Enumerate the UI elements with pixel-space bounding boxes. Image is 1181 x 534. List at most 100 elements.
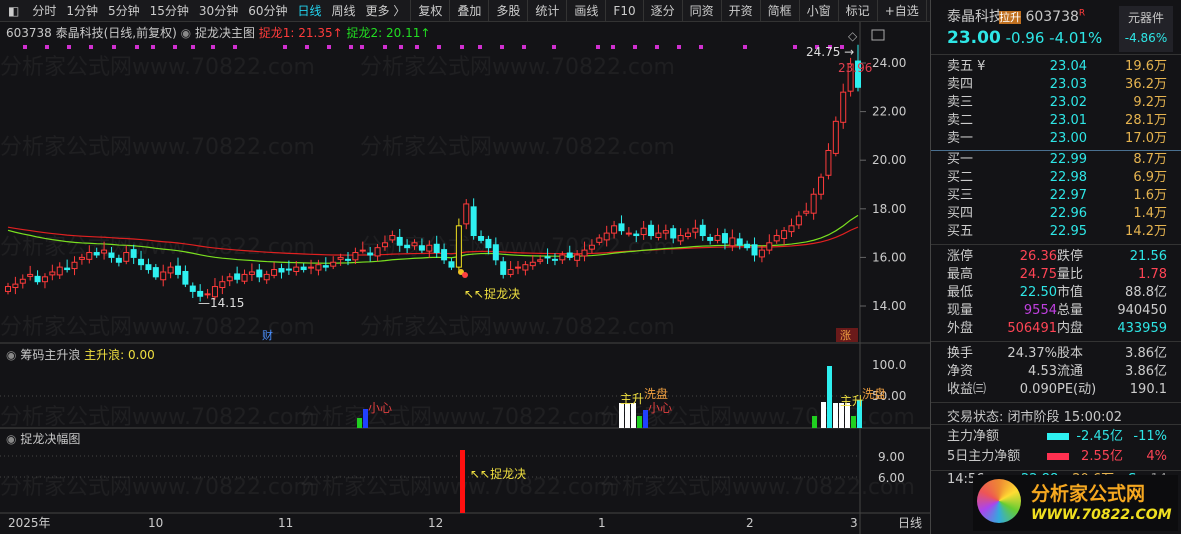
stat-row: 最低 22.50 市值 88.8亿: [931, 284, 1181, 302]
signal-dot: [399, 45, 403, 49]
toolbar-button[interactable]: 画线: [566, 0, 605, 22]
watermark-text: 分析家公式网www.70822.com: [300, 405, 615, 430]
price-axis-label: 14.00: [872, 299, 906, 313]
period-tab[interactable]: 60分钟: [243, 2, 292, 19]
candle: [381, 242, 388, 248]
toolbar-button[interactable]: 逐分: [642, 0, 682, 22]
candle: [603, 232, 610, 241]
finance-marker[interactable]: 财: [262, 328, 273, 342]
toolbar-button[interactable]: 同资: [681, 0, 721, 22]
candle: [300, 266, 307, 271]
toolbar-button[interactable]: +自选: [876, 0, 926, 22]
trade-status: 交易状态: 闭市阶段 15:00:02: [931, 402, 1181, 425]
candle: [640, 227, 647, 236]
candle: [115, 257, 122, 263]
candle: [145, 264, 152, 271]
signal-dot: [233, 45, 237, 49]
sidebar-toggle-icon[interactable]: ◧: [0, 4, 27, 18]
signal-amplitude-bar: [460, 450, 465, 513]
candle: [788, 225, 795, 233]
panel3-title: 捉龙决幅图: [20, 432, 81, 446]
quote-panel: 泰晶科技拉升 603738R 元器件 -4.86% 23.00 -0.96 -4…: [930, 0, 1181, 534]
candle: [396, 236, 403, 246]
kline-chart[interactable]: 分析家公式网www.70822.com 分析家公式网www.70822.com 分析…: [0, 22, 930, 534]
stat-label: 市值: [1057, 285, 1084, 300]
signal-dot: [596, 45, 600, 49]
signal-dot: [522, 45, 526, 49]
signal-dot: [45, 45, 49, 49]
toolbar-button[interactable]: 小窗: [798, 0, 838, 22]
signal-dot: [327, 45, 331, 49]
flow-row: 5日主力净额 2.55亿 4%: [931, 447, 1181, 467]
sector-box[interactable]: 元器件 -4.86%: [1119, 6, 1173, 52]
date-axis-label: 2: [746, 516, 754, 530]
candle: [633, 233, 640, 237]
period-label[interactable]: 日线: [898, 516, 922, 530]
period-tab[interactable]: 15分钟: [145, 2, 194, 19]
period-tab[interactable]: 1分钟: [61, 2, 103, 19]
candle: [551, 258, 558, 261]
toolbar-button[interactable]: 标记: [837, 0, 877, 22]
close-label: 23.96: [838, 61, 872, 75]
level-label: 卖二: [947, 113, 974, 128]
period-tab[interactable]: 周线: [327, 2, 361, 19]
chip-signal-label: 主升: [620, 392, 644, 406]
candle: [485, 238, 492, 249]
period-tab[interactable]: 分时: [27, 2, 61, 19]
toolbar-button[interactable]: 复权: [410, 0, 449, 22]
watermark-text: 分析家公式网www.70822.com: [600, 475, 915, 500]
level-label: 卖四: [947, 77, 974, 92]
order-row: 买五 22.95 14.2万: [931, 223, 1181, 241]
candle: [781, 230, 788, 239]
diamond-icon[interactable]: ◇: [848, 29, 858, 43]
candle: [588, 244, 595, 250]
toolbar-button[interactable]: 简框: [759, 0, 799, 22]
date-axis-label: 1: [598, 516, 606, 530]
watermark-text: 分析家公式网www.70822.com: [0, 475, 315, 500]
order-row: 卖一 23.00 17.0万: [931, 130, 1181, 148]
signal-dot: [173, 45, 177, 49]
level-label: 买五: [947, 224, 974, 239]
stat-label: 现量: [947, 303, 974, 318]
toolbar-button[interactable]: 叠加: [449, 0, 488, 22]
stock-code: 603738: [1025, 9, 1079, 25]
candle: [337, 256, 344, 260]
toolbar-button[interactable]: 统计: [527, 0, 566, 22]
period-tab[interactable]: 30分钟: [194, 2, 243, 19]
period-tab[interactable]: 5分钟: [103, 2, 145, 19]
flow-legend-swatch: [1047, 453, 1069, 460]
period-tab[interactable]: 日线: [292, 2, 326, 19]
candle: [5, 286, 11, 292]
toolbar-button[interactable]: 开资: [720, 0, 760, 22]
candle: [226, 276, 233, 282]
candle: [810, 193, 817, 214]
stat-row: 涨停 26.36 跌停 21.56: [931, 248, 1181, 266]
candle: [559, 254, 566, 261]
stat-label: 涨停: [947, 249, 974, 264]
price-axis-label: 18.00: [872, 202, 906, 216]
candle: [167, 266, 174, 274]
level-volume: 8.7万: [1133, 152, 1167, 167]
flow-row: 主力净额 -2.45亿 -11%: [931, 427, 1181, 447]
level-price: 23.04: [1049, 59, 1087, 74]
candle: [670, 228, 677, 239]
candle: [367, 252, 374, 256]
flow-amount: 2.55亿: [1081, 449, 1123, 464]
panel-toggle-icon[interactable]: [871, 29, 885, 41]
period-tab[interactable]: 更多 〉: [361, 2, 411, 19]
candle: [441, 249, 448, 261]
toolbar-button[interactable]: 多股: [488, 0, 527, 22]
level-label: 卖五 ¥: [947, 59, 986, 74]
chip-bar: [619, 403, 624, 428]
candle: [86, 252, 93, 260]
signal-dot: [460, 45, 464, 49]
candle: [189, 285, 196, 292]
candle: [130, 249, 137, 258]
toolbar-button[interactable]: F10: [605, 0, 642, 22]
price-change-pct: -4.01%: [1049, 29, 1103, 47]
candle: [389, 235, 396, 241]
level-volume: 19.6万: [1125, 59, 1167, 74]
margin-badge: R: [1078, 8, 1086, 19]
signal-dot: [743, 45, 747, 49]
sector-change: -4.86%: [1124, 31, 1168, 45]
